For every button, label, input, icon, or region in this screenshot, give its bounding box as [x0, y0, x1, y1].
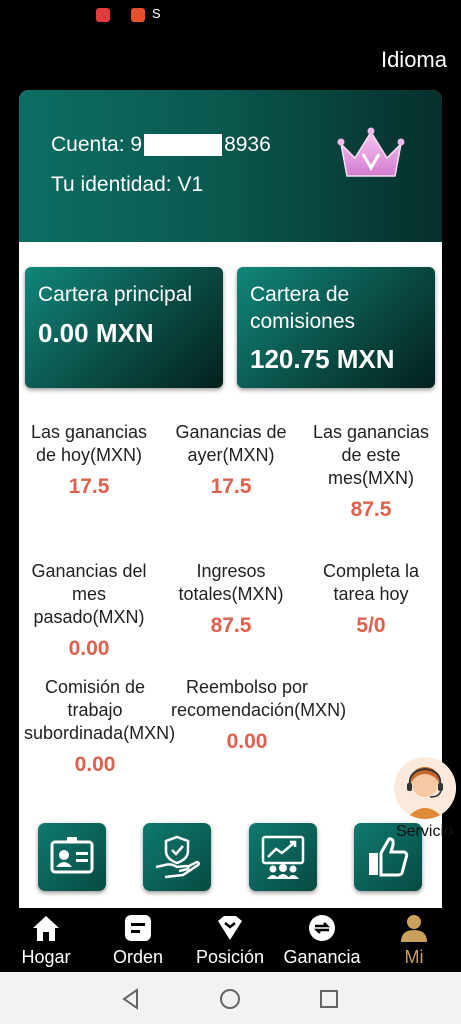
profile-card: Cuenta: 9 8936 Tu identidad: V1 Cartera p…: [19, 90, 442, 910]
notification-app-icon: [96, 8, 110, 22]
stat-value: 0.00: [68, 637, 110, 660]
stat-value: 0.00: [74, 753, 116, 776]
account-prefix: Cuenta: 9: [51, 133, 143, 156]
masked-digits: [144, 134, 223, 157]
stat-last-month-earnings: Ganancias del mes pasado(MXN) 0.00: [24, 560, 154, 660]
tab-order[interactable]: Orden: [92, 908, 184, 972]
wallet-title: Cartera de comisiones: [250, 283, 356, 333]
position-icon: [218, 916, 242, 940]
tab-label: Posición: [195, 947, 265, 967]
stat-label: Ganancias de ayer(MXN): [175, 422, 287, 465]
stat-month-earnings: Las ganancias de este mes(MXN) 87.5: [306, 421, 436, 521]
earnings-icon: [309, 915, 335, 941]
id-card-icon: [50, 837, 94, 874]
stat-label: Ingresos totales(MXN): [178, 561, 284, 604]
tab-mi[interactable]: Mi: [368, 908, 460, 972]
agent-avatar-icon: [394, 757, 456, 819]
main-wallet-card[interactable]: Cartera principal 0.00 MXN: [25, 267, 223, 388]
stat-referral-refund: Reembolso por recomendación(MXN) 0.00: [171, 676, 347, 753]
stat-label: Las ganancias de hoy(MXN): [30, 422, 148, 465]
account-number: Cuenta: 9 8936: [51, 133, 271, 157]
account-suffix: 8936: [224, 133, 271, 156]
notification-app-icon: [131, 8, 145, 22]
stat-label: Reembolso por recomendación(MXN): [171, 677, 347, 720]
stat-today-earnings: Las ganancias de hoy(MXN) 17.5: [24, 421, 154, 498]
team-growth-button[interactable]: [249, 823, 317, 891]
tab-label: Orden: [112, 947, 164, 967]
id-card-button[interactable]: [38, 823, 106, 891]
system-nav-bar: [0, 972, 461, 1024]
stat-yesterday-earnings: Ganancias de ayer(MXN) 17.5: [166, 421, 296, 498]
stat-tasks-today: Completa la tarea hoy 5/0: [306, 560, 436, 637]
team-growth-icon: [261, 835, 305, 879]
stat-value: 17.5: [68, 475, 110, 498]
stat-value: 0.00: [226, 730, 268, 753]
tab-home[interactable]: Hogar: [0, 908, 92, 972]
wallet-title: Cartera principal: [38, 283, 193, 306]
stat-value: 87.5: [350, 498, 392, 521]
stat-label: Las ganancias de este mes(MXN): [312, 422, 430, 488]
stat-total-income: Ingresos totales(MXN) 87.5: [166, 560, 296, 637]
status-text: S: [152, 6, 161, 21]
home-nav-icon[interactable]: [219, 988, 241, 1010]
bottom-tab-bar: Hogar Orden Posición Ganancia Mi: [0, 908, 461, 972]
recents-icon[interactable]: [318, 988, 340, 1010]
back-icon[interactable]: [120, 988, 142, 1010]
stat-value: 5/0: [356, 614, 386, 637]
customer-service-label: Servicio: [396, 823, 453, 840]
stat-label: Ganancias del mes pasado(MXN): [31, 561, 147, 627]
profile-header: Cuenta: 9 8936 Tu identidad: V1: [19, 90, 442, 242]
stat-subordinate-commission: Comisión de trabajo subordinada(MXN) 0.0…: [24, 676, 176, 776]
tab-label: Mi: [404, 947, 424, 967]
status-bar: S: [0, 0, 461, 30]
order-icon: [125, 915, 151, 941]
tab-position[interactable]: Posición: [184, 908, 276, 972]
stat-value: 87.5: [210, 614, 252, 637]
secure-hand-icon: [155, 835, 201, 879]
stat-label: Completa la tarea hoy: [322, 561, 420, 604]
home-icon: [33, 916, 59, 941]
secure-hand-button[interactable]: [143, 823, 211, 891]
customer-service-button[interactable]: [394, 757, 456, 819]
wallet-balance: 120.75 MXN: [250, 344, 395, 374]
commission-wallet-card[interactable]: Cartera de comisiones 120.75 MXN: [237, 267, 435, 388]
crown-icon: [337, 127, 405, 177]
tab-label: Ganancia: [283, 947, 361, 967]
wallet-balance: 0.00 MXN: [38, 318, 154, 348]
user-icon: [401, 915, 427, 942]
identity-level: Tu identidad: V1: [51, 173, 204, 196]
tab-label: Hogar: [21, 947, 71, 967]
stat-value: 17.5: [210, 475, 252, 498]
tab-earnings[interactable]: Ganancia: [276, 908, 368, 972]
language-button[interactable]: Idioma: [381, 47, 447, 73]
stat-label: Comisión de trabajo subordinada(MXN): [24, 677, 176, 743]
